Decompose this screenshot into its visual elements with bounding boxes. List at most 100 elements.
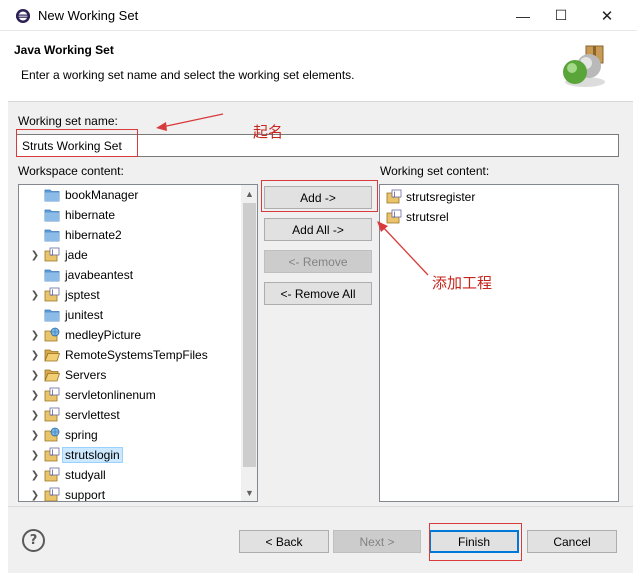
tree-item-jade[interactable]: ❯ Jjade (19, 245, 241, 265)
set-item-strutsregister[interactable]: Jstrutsregister (386, 187, 475, 207)
tree-item-label: Servers (65, 368, 107, 382)
tree-item-spring[interactable]: ❯ spring (19, 425, 241, 445)
svg-text:J: J (393, 191, 396, 198)
chevron-right-icon[interactable]: ❯ (27, 490, 43, 501)
tree-item-servers[interactable]: ❯ Servers (19, 365, 241, 385)
workspace-content-label: Workspace content: (18, 164, 124, 178)
tree-item-remotesystemstempfiles[interactable]: ❯ RemoteSystemsTempFiles (19, 345, 241, 365)
svg-text:J: J (51, 489, 54, 496)
chevron-right-icon[interactable]: ❯ (27, 350, 43, 361)
tree-item-label: hibernate (65, 208, 116, 222)
chevron-right-icon[interactable]: ❯ (27, 470, 43, 481)
java-project-icon: J (43, 287, 61, 303)
chevron-right-icon[interactable]: ❯ (27, 410, 43, 421)
svg-text:J: J (51, 389, 54, 396)
java-project-icon: J (43, 467, 61, 483)
scroll-thumb[interactable] (243, 203, 256, 467)
tree-item-hibernate[interactable]: hibernate (19, 205, 241, 225)
eclipse-app-icon (16, 9, 30, 23)
add-all-button[interactable]: Add All -> (264, 218, 372, 241)
java-project-icon: J (43, 407, 61, 423)
svg-text:J: J (51, 469, 54, 476)
chevron-right-icon[interactable]: ❯ (27, 370, 43, 381)
cancel-button[interactable]: Cancel (527, 530, 617, 553)
chevron-right-icon[interactable]: ❯ (27, 450, 43, 461)
next-button[interactable]: Next > (333, 530, 421, 553)
tree-item-jsptest[interactable]: ❯ Jjsptest (19, 285, 241, 305)
working-set-content-label: Working set content: (380, 164, 490, 178)
tree-item-label: servlettest (65, 408, 120, 422)
remove-all-button[interactable]: <- Remove All (264, 282, 372, 305)
chevron-right-icon[interactable]: ❯ (27, 250, 43, 261)
set-item-label: strutsrel (406, 210, 449, 224)
tree-item-label: bookManager (65, 188, 139, 202)
annotation-box-finish (429, 523, 522, 561)
tree-item-javabeantest[interactable]: javabeantest (19, 265, 241, 285)
chevron-right-icon[interactable]: ❯ (27, 290, 43, 301)
tree-item-junitest[interactable]: junitest (19, 305, 241, 325)
chevron-right-icon[interactable]: ❯ (27, 390, 43, 401)
workspace-scrollbar[interactable]: ▲ ▼ (241, 185, 257, 501)
tree-item-label: studyall (65, 468, 106, 482)
svg-text:J: J (51, 249, 54, 256)
tree-item-label: spring (65, 428, 98, 442)
svg-text:J: J (51, 409, 54, 416)
set-item-label: strutsregister (406, 190, 476, 204)
java-project-icon: J (43, 447, 61, 463)
web-project-icon (43, 327, 61, 343)
tree-item-support[interactable]: ❯ Jsupport (19, 485, 241, 502)
svg-text:J: J (51, 449, 54, 456)
working-set-name-label: Working set name: (18, 114, 118, 128)
tree-item-hibernate2[interactable]: hibernate2 (19, 225, 241, 245)
svg-text:J: J (51, 289, 54, 296)
tree-item-label: javabeantest (65, 268, 134, 282)
tree-item-bookmanager[interactable]: bookManager (19, 185, 241, 205)
open-folder-icon (43, 347, 61, 363)
tree-item-servlettest[interactable]: ❯ Jservlettest (19, 405, 241, 425)
help-icon[interactable]: ? (22, 529, 45, 552)
window-title: New Working Set (38, 8, 139, 23)
annotation-add-note: 添加工程 (432, 274, 493, 292)
workspace-content-tree[interactable]: ❯ Jsupport ❯ Jstudyall ❯ Jstrutslogin ❯ spring ❯… (18, 184, 258, 502)
folder-icon (43, 207, 61, 223)
tree-item-label: medleyPicture (65, 328, 142, 342)
set-item-strutsrel[interactable]: Jstrutsrel (386, 207, 449, 227)
tree-item-medleypicture[interactable]: ❯ medleyPicture (19, 325, 241, 345)
folder-icon (43, 187, 61, 203)
folder-icon (43, 267, 61, 283)
svg-text:J: J (393, 211, 396, 218)
java-project-icon: J (43, 247, 61, 263)
annotation-box-add (261, 180, 378, 212)
tree-item-strutslogin[interactable]: ❯ Jstrutslogin (19, 445, 241, 465)
chevron-right-icon[interactable]: ❯ (27, 430, 43, 441)
tree-item-label: jade (65, 248, 88, 262)
tree-item-label: jsptest (65, 288, 100, 302)
tree-item-label: strutslogin (62, 447, 123, 463)
title-bar: New Working Set — ☐ ✕ (0, 0, 637, 31)
tree-item-servletonlinenum[interactable]: ❯ Jservletonlinenum (19, 385, 241, 405)
java-project-icon: J (386, 209, 402, 225)
page-description: Enter a working set name and select the … (21, 68, 355, 82)
annotation-box-name (16, 129, 138, 157)
working-set-content-list[interactable]: Jstrutsregister Jstrutsrel (379, 184, 619, 502)
tree-item-studyall[interactable]: ❯ Jstudyall (19, 465, 241, 485)
working-set-banner-icon (563, 45, 605, 87)
folder-icon (43, 227, 61, 243)
scroll-up-icon[interactable]: ▲ (241, 185, 257, 202)
tree-item-label: hibernate2 (65, 228, 122, 242)
maximize-button[interactable]: ☐ (538, 0, 584, 31)
web-project-icon (43, 427, 61, 443)
chevron-right-icon[interactable]: ❯ (27, 330, 43, 341)
java-project-icon: J (43, 487, 61, 501)
tree-item-label: junitest (65, 308, 104, 322)
tree-item-label: support (65, 488, 106, 502)
java-project-icon: J (43, 387, 61, 403)
close-button[interactable]: ✕ (584, 0, 630, 31)
scroll-down-icon[interactable]: ▼ (241, 484, 257, 501)
tree-item-label: RemoteSystemsTempFiles (65, 348, 208, 362)
annotation-name-note: 起名 (253, 123, 284, 141)
back-button[interactable]: < Back (239, 530, 329, 553)
remove-button[interactable]: <- Remove (264, 250, 372, 273)
java-project-icon: J (386, 189, 402, 205)
folder-icon (43, 307, 61, 323)
